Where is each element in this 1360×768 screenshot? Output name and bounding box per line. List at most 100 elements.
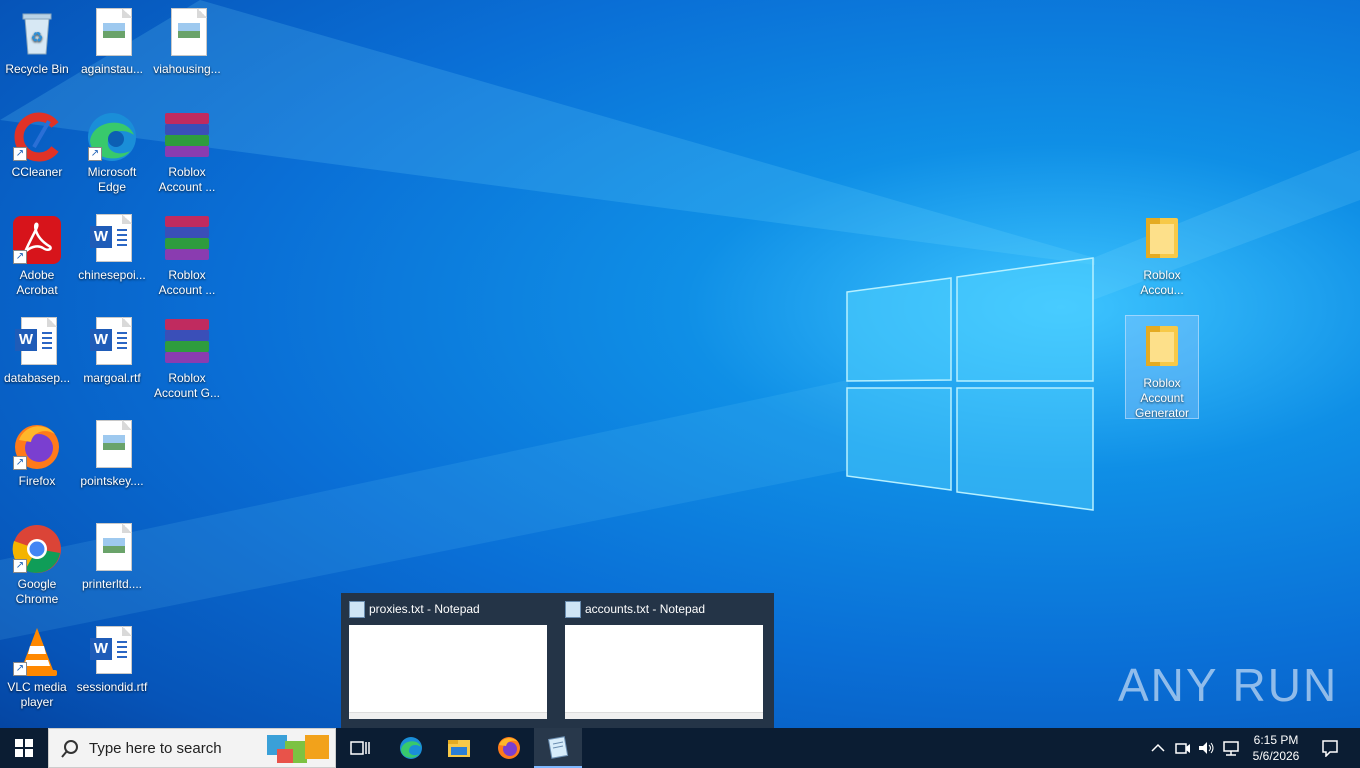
desktop-icon-label: Roblox Account G... bbox=[153, 371, 221, 400]
image-file-icon bbox=[96, 420, 132, 468]
desktop-icon-chinesepoi[interactable]: W chinesepoi... bbox=[76, 208, 148, 283]
desktop-icon-microsoft-edge[interactable]: ↗ Microsoft Edge bbox=[76, 105, 148, 195]
desktop-icon-firefox[interactable]: ↗ Firefox bbox=[1, 414, 73, 489]
speaker-icon bbox=[1199, 742, 1214, 754]
windows-start-icon bbox=[15, 739, 33, 757]
desktop-icon-adobe-acrobat[interactable]: ↗ Adobe Acrobat bbox=[1, 208, 73, 298]
desktop-icon-againstau[interactable]: againstau... bbox=[76, 2, 148, 77]
taskbar: Type here to search 6:15 PM 5/6/2026 bbox=[0, 728, 1360, 768]
shortcut-arrow-icon: ↗ bbox=[13, 559, 27, 573]
clock-date: 5/6/2026 bbox=[1252, 749, 1300, 763]
thumbnail-title: proxies.txt - Notepad bbox=[369, 602, 480, 616]
task-view-icon bbox=[350, 741, 370, 755]
image-file-icon bbox=[171, 8, 207, 56]
desktop-icon-label: sessiondid.rtf bbox=[76, 680, 148, 694]
desktop-icon-ccleaner[interactable]: ↗ CCleaner bbox=[1, 105, 73, 180]
taskbar-file-explorer[interactable] bbox=[438, 728, 480, 768]
preview-statusbar bbox=[565, 712, 763, 719]
image-file-icon bbox=[96, 8, 132, 56]
desktop-icon-label: Firefox bbox=[18, 474, 56, 488]
show-hidden-icons[interactable] bbox=[1148, 728, 1168, 768]
meet-now-button[interactable] bbox=[1172, 728, 1194, 768]
desktop-icon-label: againstau... bbox=[80, 62, 144, 76]
clock-time: 6:15 PM bbox=[1253, 733, 1299, 747]
desktop-icon-roblox-account-1[interactable]: Roblox Account ... bbox=[151, 105, 223, 195]
desktop-icon-viahousing[interactable]: viahousing... bbox=[151, 2, 223, 77]
image-file-icon bbox=[96, 523, 132, 571]
desktop-icon-label: printerltd.... bbox=[81, 577, 143, 591]
desktop-icon-label: CCleaner bbox=[11, 165, 63, 179]
network-button[interactable] bbox=[1220, 728, 1242, 768]
desktop-icon-roblox-account-2[interactable]: Roblox Account ... bbox=[151, 208, 223, 298]
taskbar-thumbnail-popup: proxies.txt - Notepad accounts.txt - Not… bbox=[341, 593, 774, 728]
winrar-archive-icon bbox=[165, 319, 209, 363]
folder-icon bbox=[1146, 218, 1178, 258]
shortcut-arrow-icon: ↗ bbox=[13, 147, 27, 161]
desktop-icon-vlc[interactable]: ↗ VLC media player bbox=[1, 620, 73, 710]
file-explorer-icon bbox=[448, 740, 470, 757]
task-view-button[interactable] bbox=[340, 728, 380, 768]
taskbar-firefox[interactable] bbox=[488, 728, 530, 768]
preview-statusbar bbox=[349, 712, 547, 719]
desktop-icon-label: Roblox Account ... bbox=[158, 165, 216, 194]
folder-icon bbox=[1146, 326, 1178, 366]
thumbnail-proxies-notepad[interactable]: proxies.txt - Notepad bbox=[341, 593, 551, 728]
desktop-icon-label: Roblox Account ... bbox=[158, 268, 216, 297]
desktop-icon-roblox-account-g[interactable]: Roblox Account G... bbox=[151, 311, 223, 401]
notepad-icon bbox=[565, 601, 581, 618]
thumbnail-preview bbox=[349, 625, 547, 719]
edge-icon bbox=[400, 737, 422, 759]
desktop-icon-label: Roblox Account Generator bbox=[1134, 376, 1190, 420]
thumbnail-accounts-notepad[interactable]: accounts.txt - Notepad bbox=[557, 593, 767, 728]
search-placeholder: Type here to search bbox=[89, 740, 222, 757]
desktop-icon-label: pointskey.... bbox=[80, 474, 144, 488]
word-badge-icon: W bbox=[90, 638, 112, 660]
desktop-icon-label: margoal.rtf bbox=[83, 371, 141, 385]
volume-button[interactable] bbox=[1196, 728, 1218, 768]
desktop-icon-recycle-bin[interactable]: ♻ Recycle Bin bbox=[1, 2, 73, 77]
desktop-icon-databasep[interactable]: W databasep... bbox=[1, 311, 73, 386]
desktop-icon-label: Google Chrome bbox=[15, 577, 59, 606]
notification-icon bbox=[1322, 740, 1338, 757]
winrar-archive-icon bbox=[165, 113, 209, 157]
taskbar-edge[interactable] bbox=[390, 728, 432, 768]
start-button[interactable] bbox=[0, 728, 48, 768]
desktop-folder-roblox-accou[interactable]: Roblox Accou... bbox=[1126, 208, 1198, 298]
chevron-up-icon bbox=[1151, 743, 1165, 752]
desktop-icon-margoal[interactable]: W margoal.rtf bbox=[76, 311, 148, 386]
desktop-icon-printerltd[interactable]: printerltd.... bbox=[76, 517, 148, 592]
camera-icon bbox=[1175, 743, 1190, 754]
firefox-icon bbox=[498, 737, 520, 759]
shortcut-arrow-icon: ↗ bbox=[13, 250, 27, 264]
desktop-icon-label: databasep... bbox=[3, 371, 71, 385]
network-icon bbox=[1223, 741, 1239, 756]
desktop-icon-google-chrome[interactable]: ↗ Google Chrome bbox=[1, 517, 73, 607]
desktop-icon-label: Recycle Bin bbox=[5, 62, 69, 76]
search-icon bbox=[61, 740, 78, 758]
word-badge-icon: W bbox=[90, 226, 112, 248]
search-highlight-image bbox=[267, 735, 329, 763]
desktop-icon-label: Microsoft Edge bbox=[87, 165, 137, 194]
desktop-icon-sessiondid[interactable]: W sessiondid.rtf bbox=[76, 620, 148, 695]
search-box[interactable]: Type here to search bbox=[48, 728, 336, 768]
desktop: ♻ Recycle Bin ↗ CCleaner ↗ Adobe Acrobat… bbox=[0, 0, 1360, 728]
winrar-archive-icon bbox=[165, 216, 209, 260]
word-badge-icon: W bbox=[15, 329, 37, 351]
thumbnail-preview bbox=[565, 625, 763, 719]
clock[interactable]: 6:15 PM 5/6/2026 bbox=[1246, 728, 1306, 768]
thumbnail-title: accounts.txt - Notepad bbox=[585, 602, 706, 616]
desktop-icon-label: Adobe Acrobat bbox=[16, 268, 58, 297]
anyrun-watermark: ANY RUN bbox=[1118, 659, 1339, 711]
desktop-icon-label: viahousing... bbox=[153, 62, 221, 76]
svg-text:♻: ♻ bbox=[31, 29, 44, 45]
desktop-folder-roblox-account-generator[interactable]: Roblox Account Generator bbox=[1125, 315, 1199, 420]
notepad-icon bbox=[547, 736, 569, 759]
desktop-icon-pointskey[interactable]: pointskey.... bbox=[76, 414, 148, 489]
desktop-icon-label: Roblox Accou... bbox=[1140, 268, 1184, 297]
taskbar-notepad[interactable] bbox=[534, 728, 582, 768]
recycle-bin-icon: ♻ bbox=[22, 13, 52, 55]
desktop-icon-label: chinesepoi... bbox=[78, 268, 146, 282]
notepad-icon bbox=[349, 601, 365, 618]
notifications-button[interactable] bbox=[1310, 728, 1350, 768]
shortcut-arrow-icon: ↗ bbox=[13, 456, 27, 470]
